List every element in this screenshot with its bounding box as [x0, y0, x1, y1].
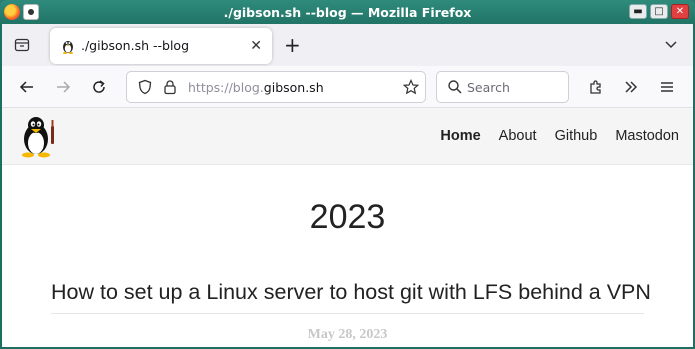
- list-all-tabs-icon[interactable]: [663, 36, 679, 56]
- post-title-link[interactable]: How to set up a Linux server to host git…: [51, 280, 651, 305]
- extensions-icon[interactable]: [586, 77, 606, 97]
- url-prefix: https://blog.: [188, 80, 264, 95]
- window-titlebar: ./gibson.sh --blog — Mozilla Firefox ▬ □…: [0, 0, 695, 24]
- tracking-protection-shield-icon[interactable]: [135, 77, 155, 97]
- browser-chrome: ./gibson.sh --blog ✕ + https://blog.gibs…: [2, 24, 693, 347]
- search-icon: [445, 77, 465, 97]
- back-icon[interactable]: [17, 77, 37, 97]
- tux-icon: [60, 38, 76, 54]
- search-placeholder: Search: [467, 80, 510, 95]
- nav-link-github[interactable]: Github: [555, 128, 598, 144]
- lock-icon[interactable]: [160, 77, 180, 97]
- navigation-toolbar: https://blog.gibson.sh Search: [2, 66, 693, 108]
- more-tools-chevrons-icon[interactable]: [621, 77, 641, 97]
- nav-link-mastodon[interactable]: Mastodon: [615, 128, 679, 144]
- address-bar[interactable]: https://blog.gibson.sh: [126, 71, 426, 103]
- nav-link-about[interactable]: About: [499, 128, 537, 144]
- post-date: May 28, 2023: [307, 327, 388, 342]
- bookmark-star-icon[interactable]: [401, 77, 421, 97]
- firefox-window: ./gibson.sh --blog — Mozilla Firefox ▬ □…: [0, 0, 695, 349]
- nav-link-home[interactable]: Home: [440, 128, 480, 144]
- url-text[interactable]: https://blog.gibson.sh: [188, 80, 324, 95]
- tux-logo-icon[interactable]: [18, 114, 58, 158]
- post-divider: [51, 313, 644, 314]
- maximize-icon[interactable]: □: [650, 4, 668, 19]
- year-heading: 2023: [309, 198, 386, 236]
- site-header: Home About Github Mastodon: [2, 108, 693, 165]
- forward-icon[interactable]: [53, 77, 73, 97]
- titlebar-right-controls: ▬ □ ✕: [629, 4, 689, 19]
- new-tab-icon[interactable]: +: [284, 33, 301, 57]
- firefox-view-icon[interactable]: [13, 36, 31, 54]
- url-domain: gibson.sh: [263, 80, 324, 95]
- tab-bar: ./gibson.sh --blog ✕ +: [2, 24, 693, 66]
- hamburger-menu-icon[interactable]: [657, 77, 677, 97]
- search-bar[interactable]: Search: [436, 71, 569, 103]
- tab-active[interactable]: ./gibson.sh --blog ✕: [50, 28, 272, 64]
- site-navigation: Home About Github Mastodon: [422, 128, 679, 144]
- close-tab-icon[interactable]: ✕: [250, 38, 262, 54]
- minimize-icon[interactable]: ▬: [629, 4, 647, 19]
- tab-title: ./gibson.sh --blog: [81, 38, 190, 53]
- reload-icon[interactable]: [89, 77, 109, 97]
- page-content: Home About Github Mastodon 2023 How to s…: [2, 108, 693, 347]
- close-window-icon[interactable]: ✕: [671, 4, 689, 19]
- window-title: ./gibson.sh --blog — Mozilla Firefox: [223, 5, 472, 20]
